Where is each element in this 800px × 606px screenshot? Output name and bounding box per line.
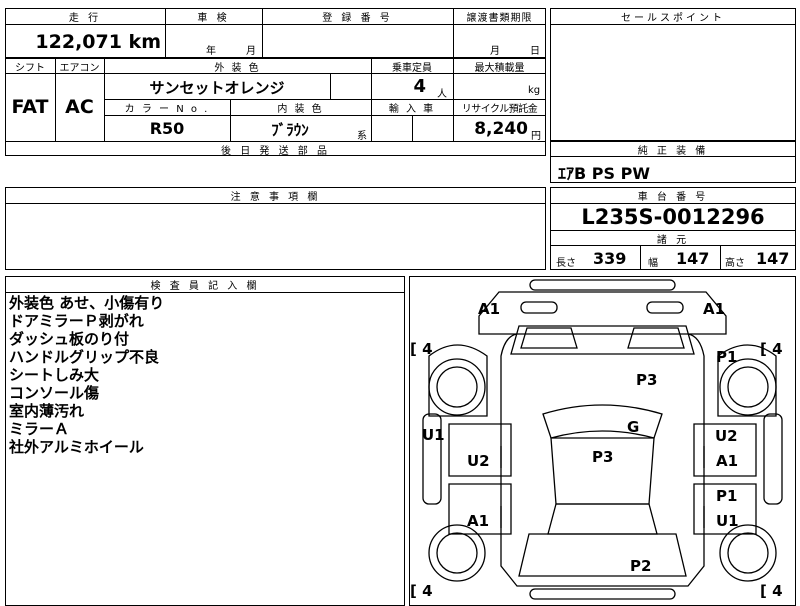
code-u1-right-rear: U1 — [716, 512, 739, 530]
tire-fr-bracket: [ 4 — [760, 340, 783, 358]
list-item: ドアミラーＰ剥がれ — [9, 312, 144, 330]
height-label: 高さ — [725, 258, 745, 269]
code-a1-left-rear: A1 — [467, 512, 490, 530]
later-parts-label: 後 日 発 送 部 品 — [221, 146, 330, 157]
mileage-value: 122,071 km — [35, 31, 161, 53]
headlight-right-icon — [646, 301, 684, 314]
list-item: ダッシュ板のり付 — [9, 330, 130, 348]
caution-label: 注 意 事 項 欄 — [230, 192, 321, 203]
list-item: コンソール傷 — [9, 384, 100, 402]
aircon-value: AC — [65, 96, 94, 118]
rear-bumper-icon — [529, 588, 676, 600]
list-item: 外装色 あせ、小傷有り — [9, 294, 165, 312]
exterior-color-label: 外 装 色 — [214, 63, 261, 74]
tire-rr-bracket: [ 4 — [760, 582, 783, 600]
header-divider — [550, 24, 796, 25]
recycle-label: リサイクル預託金 — [461, 104, 538, 115]
code-a1-top-left: A1 — [478, 300, 501, 318]
header-divider — [5, 203, 546, 204]
recycle-value: 8,240 — [474, 119, 528, 139]
header-divider — [5, 292, 405, 293]
code-p3-hood: P3 — [636, 371, 658, 389]
code-p1-right-rear: P1 — [716, 487, 738, 505]
list-item: シートしみ大 — [9, 366, 100, 384]
color-no-value: R50 — [149, 119, 185, 138]
length-label: 長さ — [556, 258, 576, 269]
windshield-icon — [542, 404, 663, 439]
width-value: 147 — [676, 249, 710, 268]
tire-fl-bracket: [ 4 — [410, 340, 433, 358]
capacity-label: 乗車定員 — [392, 63, 432, 74]
equipment-label: 純 正 装 備 — [637, 146, 709, 157]
tire-rr-value: 4 — [772, 582, 783, 600]
dimensions-label: 諸 元 — [656, 235, 690, 246]
code-g-windshield: G — [627, 418, 640, 436]
right-sill-icon — [763, 413, 783, 505]
hood-icon — [510, 325, 695, 355]
selling-points-label: セールスポイント — [621, 13, 725, 24]
list-item: 社外アルミホイール — [9, 438, 144, 456]
list-item: ハンドルグリップ不良 — [9, 348, 160, 366]
code-p3-roof: P3 — [592, 448, 614, 466]
header-divider — [5, 24, 546, 25]
divider — [640, 245, 641, 270]
inspection-month-label: 月 — [246, 46, 256, 57]
exterior-color-value: サンセットオレンジ — [149, 79, 285, 97]
divider — [330, 73, 331, 99]
transfer-month-label: 月 — [490, 46, 500, 57]
recycle-unit: 円 — [531, 131, 541, 142]
capacity-value: 4 — [413, 76, 426, 97]
interior-color-label: 内 装 色 — [277, 104, 324, 115]
max-load-unit: kg — [528, 85, 541, 96]
tire-fl-value: 4 — [422, 340, 433, 358]
code-u2-left-door: U2 — [467, 452, 490, 470]
aircon-label: エアコン — [59, 63, 100, 74]
registration-label: 登 録 番 号 — [322, 13, 393, 24]
code-p2-rear: P2 — [630, 557, 652, 575]
code-a1-right-door: A1 — [716, 452, 739, 470]
divider — [104, 115, 546, 116]
transfer-deadline-label: 譲渡書類期限 — [466, 13, 533, 24]
list-item: ミラーＡ — [9, 420, 70, 438]
transfer-day-label: 日 — [530, 46, 540, 57]
height-value: 147 — [756, 249, 790, 268]
rear-body-icon — [518, 533, 687, 577]
equipment-value: ｴｱB PS PW — [558, 164, 650, 183]
front-fender-icon — [478, 291, 727, 335]
length-value: 339 — [593, 249, 627, 268]
interior-color-value: ﾌﾞﾗｳﾝ — [271, 121, 309, 139]
code-u2-right: U2 — [715, 427, 738, 445]
divider — [720, 245, 721, 270]
import-label: 輸 入 車 — [388, 104, 436, 115]
tire-rl-value: 4 — [422, 582, 433, 600]
car-diagram — [422, 279, 783, 600]
rear-window-icon — [547, 503, 658, 535]
divider — [412, 115, 413, 141]
headlight-left-icon — [520, 301, 558, 314]
code-p1-front-right: P1 — [716, 348, 738, 366]
shift-value: FAT — [11, 96, 49, 118]
tire-rl-bracket: [ 4 — [410, 582, 433, 600]
chassis-label: 車 台 番 号 — [637, 192, 709, 203]
shift-label: シフト — [15, 63, 45, 74]
chassis-number: L235S-0012296 — [581, 205, 765, 229]
interior-suffix: 系 — [357, 131, 367, 142]
front-bumper-icon — [529, 279, 676, 291]
tire-fr-value: 4 — [772, 340, 783, 358]
color-no-label: カ ラ ー N o . — [124, 104, 210, 115]
header-divider — [550, 203, 796, 204]
capacity-unit: 人 — [437, 89, 447, 100]
code-a1-top-right: A1 — [703, 300, 726, 318]
inspector-notes-list: 外装色 あせ、小傷有り ドアミラーＰ剥がれ ダッシュ板のり付 ハンドルグリップ不… — [9, 294, 164, 456]
selling-points-box — [550, 8, 796, 141]
inspector-notes-label: 検 査 員 記 入 欄 — [150, 281, 260, 292]
inspection-year-label: 年 — [206, 46, 216, 57]
mileage-label: 走 行 — [68, 13, 102, 24]
max-load-label: 最大積載量 — [474, 63, 525, 74]
width-label: 幅 — [648, 258, 658, 269]
code-u1-left: U1 — [422, 426, 445, 444]
inspection-label: 車 検 — [197, 13, 230, 24]
list-item: 室内薄汚れ — [9, 402, 85, 420]
